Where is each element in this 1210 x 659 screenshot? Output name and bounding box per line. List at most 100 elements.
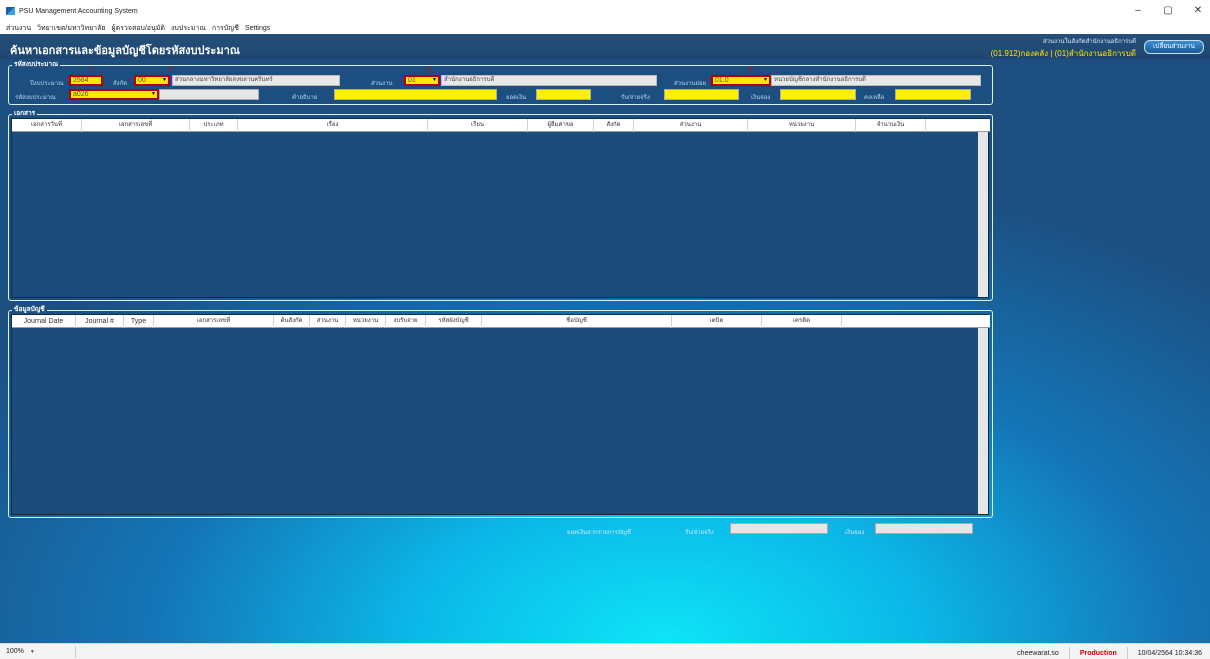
col-doc-number[interactable]: เอกสารเลขที่ bbox=[82, 118, 190, 132]
actual-label: รับ/จ่ายจริง bbox=[621, 95, 650, 101]
amount-from-accounts-label: ยอดเงินจากรายการบัญชี bbox=[567, 530, 631, 536]
affiliation-value: 00 bbox=[138, 77, 146, 84]
documents-group-label: เอกสาร bbox=[12, 110, 38, 118]
window-controls: – ▢ ✕ bbox=[1132, 5, 1204, 17]
col-amount[interactable]: จำนวนเงิน bbox=[856, 118, 926, 132]
col-doc-type[interactable]: ประเภท bbox=[190, 118, 238, 132]
col-journal-number[interactable]: Journal # bbox=[76, 314, 124, 328]
accounts-group: ข้อมูลบัญชี Journal Date Journal # Type … bbox=[8, 306, 993, 518]
accounts-scrollbar[interactable] bbox=[978, 328, 988, 514]
menu-campus[interactable]: วิทยาเขต/มหาวิทยาลัย bbox=[37, 23, 105, 34]
budget-code-desc bbox=[159, 89, 259, 100]
marker-2: 2 bbox=[168, 66, 172, 73]
documents-table-header: เอกสารวันที่ เอกสารเลขที่ ประเภท เรื่อง … bbox=[12, 118, 990, 132]
maximize-button[interactable]: ▢ bbox=[1162, 5, 1174, 17]
col-account-department[interactable]: หน่วยงาน bbox=[346, 314, 386, 328]
col-account-unit[interactable]: ส่วนงาน bbox=[310, 314, 346, 328]
balance-field bbox=[895, 89, 971, 100]
col-requester[interactable]: ผู้ยืมค่าขอ bbox=[528, 118, 594, 132]
marker-3: 3 bbox=[427, 66, 431, 73]
zoom-level[interactable]: 100% bbox=[6, 648, 24, 655]
menu-unit[interactable]: ส่วนงาน bbox=[6, 23, 31, 34]
affiliation-desc: ส่วนกลางมหาวิทยาลัยสงขลานครินทร์ bbox=[172, 75, 340, 86]
col-account-name[interactable]: ชื่อบัญชี bbox=[482, 314, 672, 328]
budget-code-group-label: รหัสงบประมาณ bbox=[12, 61, 61, 69]
col-to[interactable]: เรียน bbox=[428, 118, 528, 132]
budget-code-select[interactable]: a026 ▼ bbox=[69, 89, 159, 100]
menu-accounting[interactable]: การบัญชี bbox=[212, 23, 239, 34]
status-user: cheewarat.so bbox=[1017, 649, 1059, 657]
footer-reserve-field bbox=[875, 523, 973, 534]
affiliation-label: สังกัด bbox=[113, 81, 128, 87]
close-button[interactable]: ✕ bbox=[1192, 5, 1204, 17]
user-org: (01.912)กองคลัง | (01)สำนักงานอธิการบดี bbox=[990, 49, 1136, 58]
status-right: cheewarat.so Production 10/04/2564 10:34… bbox=[1017, 647, 1202, 659]
amount-field bbox=[536, 89, 591, 100]
subunit-select[interactable]: 01.0 ▼ bbox=[711, 75, 771, 86]
menu-bar: ส่วนงาน วิทยาเขต/มหาวิทยาลัย ผู้ตรวจสอบ/… bbox=[0, 22, 1210, 34]
status-divider bbox=[74, 645, 76, 658]
accounts-table: Journal Date Journal # Type เอกสารเลขที่… bbox=[11, 314, 990, 515]
affiliation-select[interactable]: 00 ▼ bbox=[134, 75, 170, 86]
status-divider bbox=[1126, 647, 1128, 659]
documents-group: เอกสาร เอกสารวันที่ เอกสารเลขที่ ประเภท … bbox=[8, 110, 993, 301]
unit-desc: สำนักงานอธิการบดี bbox=[441, 75, 657, 86]
main-area: ค้นหาเอกสารและข้อมูลบัญชีโดยรหัสงบประมาณ… bbox=[0, 34, 1210, 643]
menu-budget[interactable]: งบประมาณ bbox=[171, 23, 206, 34]
documents-table: เอกสารวันที่ เอกสารเลขที่ ประเภท เรื่อง … bbox=[11, 118, 990, 298]
col-origin-affiliation[interactable]: ต้นสังกัด bbox=[274, 314, 310, 328]
chevron-down-icon: ▼ bbox=[162, 77, 167, 83]
col-account-code[interactable]: รหัสผังบัญชี bbox=[426, 314, 482, 328]
status-datetime: 10/04/2564 10:34:36 bbox=[1137, 649, 1202, 657]
menu-auditor[interactable]: ผู้ตรวจสอบ/อนุมัติ bbox=[112, 23, 165, 34]
budget-code-label: รหัสงบประมาณ bbox=[15, 95, 56, 101]
col-credit[interactable]: เครดิต bbox=[762, 314, 842, 328]
fiscal-year-label: ปีงบประมาณ bbox=[30, 81, 64, 87]
menu-settings[interactable]: Settings bbox=[245, 25, 270, 32]
unit-label: ส่วนงาน bbox=[371, 81, 393, 87]
col-type[interactable]: Type bbox=[124, 314, 154, 328]
subunit-label: ส่วนงานย่อย bbox=[674, 81, 707, 87]
col-unit[interactable]: ส่วนงาน bbox=[634, 118, 748, 132]
balance-label: คงเหลือ bbox=[864, 95, 885, 101]
col-journal-date[interactable]: Journal Date bbox=[12, 314, 76, 328]
col-affiliation[interactable]: สังกัด bbox=[594, 118, 634, 132]
footer-actual-label: รับ/จ่ายจริง bbox=[685, 530, 714, 536]
col-subject[interactable]: เรื่อง bbox=[238, 118, 428, 132]
unit-value: 01 bbox=[408, 77, 416, 84]
budget-code-value: a026 bbox=[73, 91, 89, 98]
page-title: ค้นหาเอกสารและข้อมูลบัญชีโดยรหัสงบประมาณ bbox=[10, 45, 240, 57]
marker-4: 4 bbox=[749, 66, 753, 73]
chevron-down-icon: ▼ bbox=[151, 91, 156, 97]
header-strip: ค้นหาเอกสารและข้อมูลบัญชีโดยรหัสงบประมาณ… bbox=[0, 34, 1210, 59]
col-doc-date[interactable]: เอกสารวันที่ bbox=[12, 118, 82, 132]
window-title: PSU Management Accounting System bbox=[19, 7, 138, 15]
description-label: คำอธิบาย bbox=[292, 95, 318, 101]
title-bar: PSU Management Accounting System – ▢ ✕ bbox=[0, 0, 1210, 22]
minimize-button[interactable]: – bbox=[1132, 5, 1144, 17]
chevron-down-icon[interactable]: ▼ bbox=[30, 649, 35, 655]
actual-field bbox=[664, 89, 739, 100]
col-account-doc-number[interactable]: เอกสารเลขที่ bbox=[154, 314, 274, 328]
documents-scrollbar[interactable] bbox=[978, 132, 988, 297]
subunit-desc: หน่วยบัญชีกลางสำนักงานอธิการบดี bbox=[771, 75, 981, 86]
accounts-table-header: Journal Date Journal # Type เอกสารเลขที่… bbox=[12, 314, 990, 328]
chevron-down-icon: ▼ bbox=[763, 77, 768, 83]
subunit-value: 01.0 bbox=[715, 77, 729, 84]
col-debit[interactable]: เดบิต bbox=[672, 314, 762, 328]
user-info: ส่วนงานในสังกัดสำนักงานอธิการบดี (01.912… bbox=[991, 36, 1136, 60]
description-field bbox=[334, 89, 497, 100]
app-logo-icon bbox=[6, 7, 15, 15]
fiscal-year-select[interactable]: 2564 bbox=[69, 75, 103, 86]
col-department[interactable]: หน่วยงาน bbox=[748, 118, 856, 132]
col-budget-type[interactable]: งบรับจ่าย bbox=[386, 314, 426, 328]
status-divider bbox=[1068, 647, 1070, 659]
amount-label: ยอดเงิน bbox=[506, 95, 527, 101]
footer-actual-field bbox=[730, 523, 828, 534]
unit-select[interactable]: 01 ▼ bbox=[404, 75, 440, 86]
footer-reserve-label: เงินจอง bbox=[845, 530, 865, 536]
status-environment: Production bbox=[1079, 649, 1117, 657]
reserve-field bbox=[780, 89, 856, 100]
accounts-group-label: ข้อมูลบัญชี bbox=[12, 306, 47, 314]
change-department-button[interactable]: เปลี่ยนส่วนงาน bbox=[1144, 40, 1204, 54]
